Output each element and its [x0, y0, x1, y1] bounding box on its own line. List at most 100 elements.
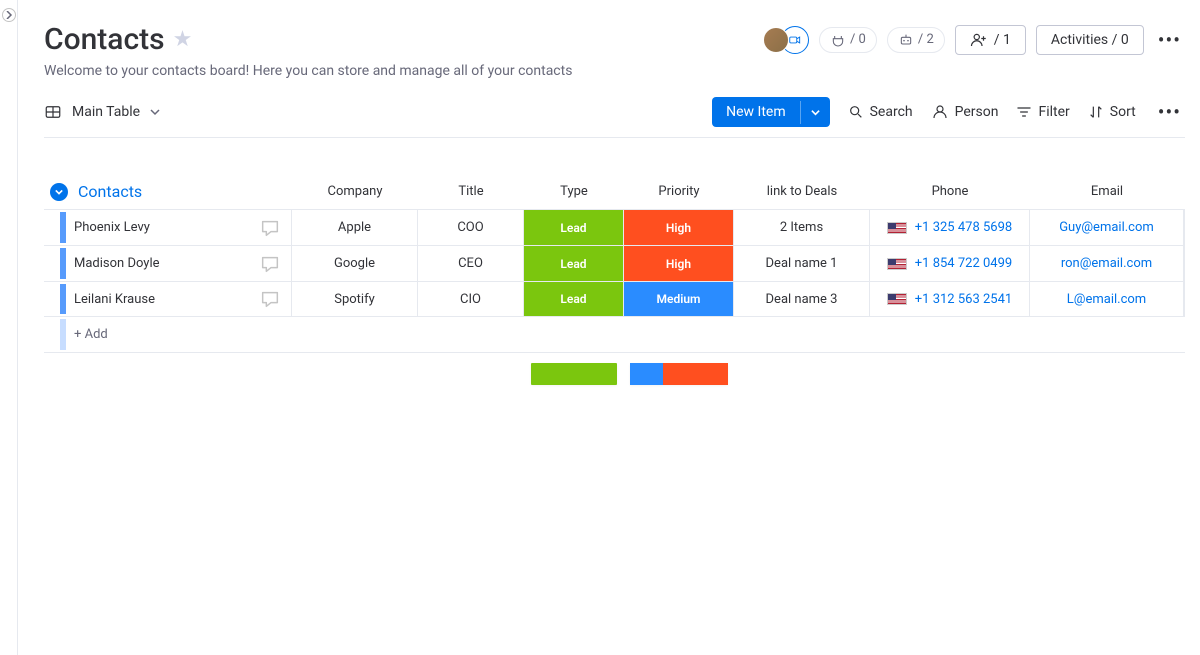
- phone-cell[interactable]: +1 312 563 2541: [870, 282, 1030, 316]
- flag-us-icon: [887, 258, 907, 270]
- integrations-pill[interactable]: / 0: [819, 27, 877, 53]
- col-type[interactable]: Type: [524, 176, 624, 207]
- row-end: [1184, 210, 1185, 245]
- deals-cell[interactable]: Deal name 3: [734, 282, 870, 316]
- table-row[interactable]: Leilani Krause Spotify CIO Lead Medium D…: [44, 281, 1185, 317]
- title-cell[interactable]: COO: [418, 210, 524, 245]
- title-cell[interactable]: CEO: [418, 246, 524, 281]
- new-item-button[interactable]: New Item: [712, 97, 830, 127]
- favorite-star-icon[interactable]: ★: [173, 27, 193, 52]
- table-row[interactable]: Phoenix Levy Apple COO Lead High 2 Items…: [44, 209, 1185, 245]
- add-row[interactable]: + Add: [44, 317, 1185, 353]
- person-icon: [931, 103, 949, 121]
- new-item-label[interactable]: New Item: [712, 97, 800, 127]
- person-label: Person: [955, 104, 999, 120]
- group-title-cell[interactable]: Contacts: [44, 174, 292, 209]
- search-button[interactable]: Search: [848, 104, 913, 120]
- search-icon: [848, 104, 864, 120]
- page-subtitle: Welcome to your contacts board! Here you…: [44, 63, 1185, 79]
- priority-cell[interactable]: Medium: [624, 282, 734, 316]
- group-title: Contacts: [78, 182, 142, 201]
- col-email[interactable]: Email: [1030, 176, 1184, 207]
- contacts-group: Contacts Company Title Type Priority lin…: [44, 174, 1185, 385]
- expand-sidebar-button[interactable]: [2, 8, 16, 22]
- type-cell[interactable]: Lead: [524, 282, 624, 316]
- view-switcher[interactable]: Main Table: [44, 103, 160, 121]
- group-header-row: Contacts Company Title Type Priority lin…: [44, 174, 1185, 209]
- toolbar-more-button[interactable]: •••: [1154, 100, 1185, 124]
- sidebar-expand: [0, 0, 18, 655]
- board-members[interactable]: [763, 26, 809, 54]
- row-color-bar: [60, 319, 66, 350]
- table-icon: [44, 103, 62, 121]
- header-more-button[interactable]: •••: [1154, 28, 1185, 52]
- activities-button[interactable]: Activities / 0: [1036, 25, 1144, 55]
- row-color-bar: [60, 248, 66, 279]
- filter-label: Filter: [1038, 104, 1069, 120]
- company-cell[interactable]: Apple: [292, 210, 418, 245]
- activities-label: Activities / 0: [1051, 32, 1129, 48]
- phone-cell[interactable]: +1 325 478 5698: [870, 210, 1030, 245]
- new-item-caret[interactable]: [800, 101, 830, 124]
- contact-name: Madison Doyle: [74, 256, 259, 271]
- row-end: [1184, 282, 1185, 316]
- priority-cell[interactable]: High: [624, 246, 734, 281]
- chevron-right-icon: [5, 11, 13, 19]
- integrations-count: / 0: [850, 32, 866, 47]
- col-phone[interactable]: Phone: [870, 176, 1030, 207]
- invite-count: / 1: [994, 32, 1011, 48]
- sort-button[interactable]: Sort: [1088, 104, 1136, 120]
- company-cell[interactable]: Spotify: [292, 282, 418, 316]
- chevron-down-icon: [811, 108, 820, 117]
- plug-icon: [830, 32, 846, 48]
- col-title[interactable]: Title: [418, 176, 524, 207]
- name-cell[interactable]: Phoenix Levy: [44, 210, 292, 245]
- type-summary: [531, 363, 617, 385]
- summary-row: [44, 355, 1185, 385]
- comment-icon[interactable]: [259, 253, 281, 275]
- phone-cell[interactable]: +1 854 722 0499: [870, 246, 1030, 281]
- col-company[interactable]: Company: [292, 176, 418, 207]
- type-cell[interactable]: Lead: [524, 246, 624, 281]
- chevron-down-icon: [150, 107, 160, 117]
- flag-us-icon: [887, 293, 907, 305]
- contact-name: Phoenix Levy: [74, 220, 259, 235]
- header-right: / 0 / 2 / 1 Activities / 0 •••: [763, 25, 1185, 55]
- deals-cell[interactable]: Deal name 1: [734, 246, 870, 281]
- email-cell[interactable]: Guy@email.com: [1030, 210, 1184, 245]
- row-color-bar: [60, 212, 66, 243]
- title-wrap: Contacts ★: [44, 22, 192, 57]
- board-toolbar: Main Table New Item Search Person: [44, 97, 1185, 138]
- search-label: Search: [870, 104, 913, 120]
- name-cell[interactable]: Madison Doyle: [44, 246, 292, 281]
- view-label: Main Table: [72, 104, 140, 120]
- type-cell[interactable]: Lead: [524, 210, 624, 245]
- row-end: [1184, 246, 1185, 281]
- invite-button[interactable]: / 1: [955, 25, 1026, 55]
- col-add[interactable]: [1184, 184, 1185, 200]
- email-cell[interactable]: L@email.com: [1030, 282, 1184, 316]
- app-root: Contacts ★ / 0 / 2: [0, 0, 1200, 655]
- main-content: Contacts ★ / 0 / 2: [18, 0, 1200, 655]
- filter-button[interactable]: Filter: [1016, 104, 1069, 120]
- deals-cell[interactable]: 2 Items: [734, 210, 870, 245]
- sort-icon: [1088, 104, 1104, 120]
- col-priority[interactable]: Priority: [624, 176, 734, 207]
- table-row[interactable]: Madison Doyle Google CEO Lead High Deal …: [44, 245, 1185, 281]
- automations-pill[interactable]: / 2: [887, 27, 945, 53]
- priority-cell[interactable]: High: [624, 210, 734, 245]
- name-cell[interactable]: Leilani Krause: [44, 282, 292, 316]
- toolbar-right: New Item Search Person Filter: [712, 97, 1185, 127]
- rows-container: Phoenix Levy Apple COO Lead High 2 Items…: [44, 209, 1185, 317]
- email-cell[interactable]: ron@email.com: [1030, 246, 1184, 281]
- collapse-group-icon[interactable]: [50, 183, 68, 201]
- company-cell[interactable]: Google: [292, 246, 418, 281]
- title-cell[interactable]: CIO: [418, 282, 524, 316]
- person-filter-button[interactable]: Person: [931, 103, 999, 121]
- comment-icon[interactable]: [259, 217, 281, 239]
- col-deals[interactable]: link to Deals: [734, 176, 870, 207]
- comment-icon[interactable]: [259, 288, 281, 310]
- sort-label: Sort: [1110, 104, 1136, 120]
- page-title: Contacts: [44, 22, 165, 57]
- filter-icon: [1016, 104, 1032, 120]
